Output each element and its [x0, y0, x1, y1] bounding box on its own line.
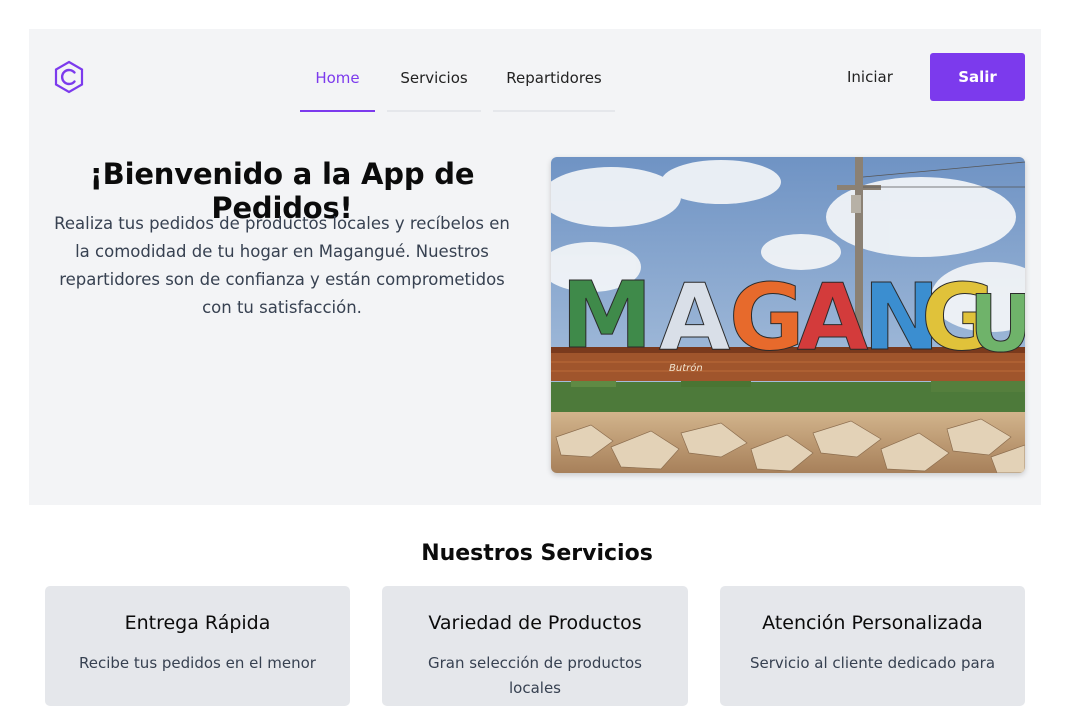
- svg-text:A: A: [797, 264, 868, 371]
- tab-repartidores[interactable]: Repartidores: [493, 59, 615, 112]
- service-card-atencion: Atención Personalizada Servicio al clien…: [720, 586, 1025, 706]
- login-link[interactable]: Iniciar: [847, 67, 893, 87]
- service-card-variedad: Variedad de Productos Gran selección de …: [382, 586, 688, 706]
- service-card-text: Recibe tus pedidos en el menor: [79, 654, 316, 672]
- hero-image: Butrón M A G A N G U: [551, 157, 1025, 473]
- service-card-title: Variedad de Productos: [428, 612, 642, 634]
- main-nav: Home Servicios Repartidores: [300, 59, 615, 113]
- magangue-sign-photo: Butrón M A G A N G U: [551, 157, 1025, 473]
- svg-text:A: A: [659, 264, 730, 371]
- c-hexagon-logo-icon[interactable]: [53, 60, 85, 94]
- svg-text:G: G: [729, 264, 805, 371]
- svg-text:U: U: [969, 280, 1025, 370]
- hero-section: Home Servicios Repartidores Iniciar Sali…: [29, 29, 1041, 505]
- tab-home[interactable]: Home: [300, 59, 375, 112]
- service-card-title: Atención Personalizada: [762, 612, 983, 634]
- logout-button[interactable]: Salir: [930, 53, 1025, 101]
- service-card-text: Gran selección de productos locales: [427, 654, 642, 697]
- svg-text:M: M: [561, 262, 653, 369]
- services-title: Nuestros Servicios: [421, 541, 653, 566]
- service-card-title: Entrega Rápida: [124, 612, 271, 634]
- service-card-text: Servicio al cliente dedicado para: [749, 654, 996, 672]
- service-card-entrega: Entrega Rápida Recibe tus pedidos en el …: [45, 586, 350, 706]
- hero-description: Realiza tus pedidos de productos locales…: [54, 214, 510, 317]
- tab-servicios[interactable]: Servicios: [387, 59, 481, 112]
